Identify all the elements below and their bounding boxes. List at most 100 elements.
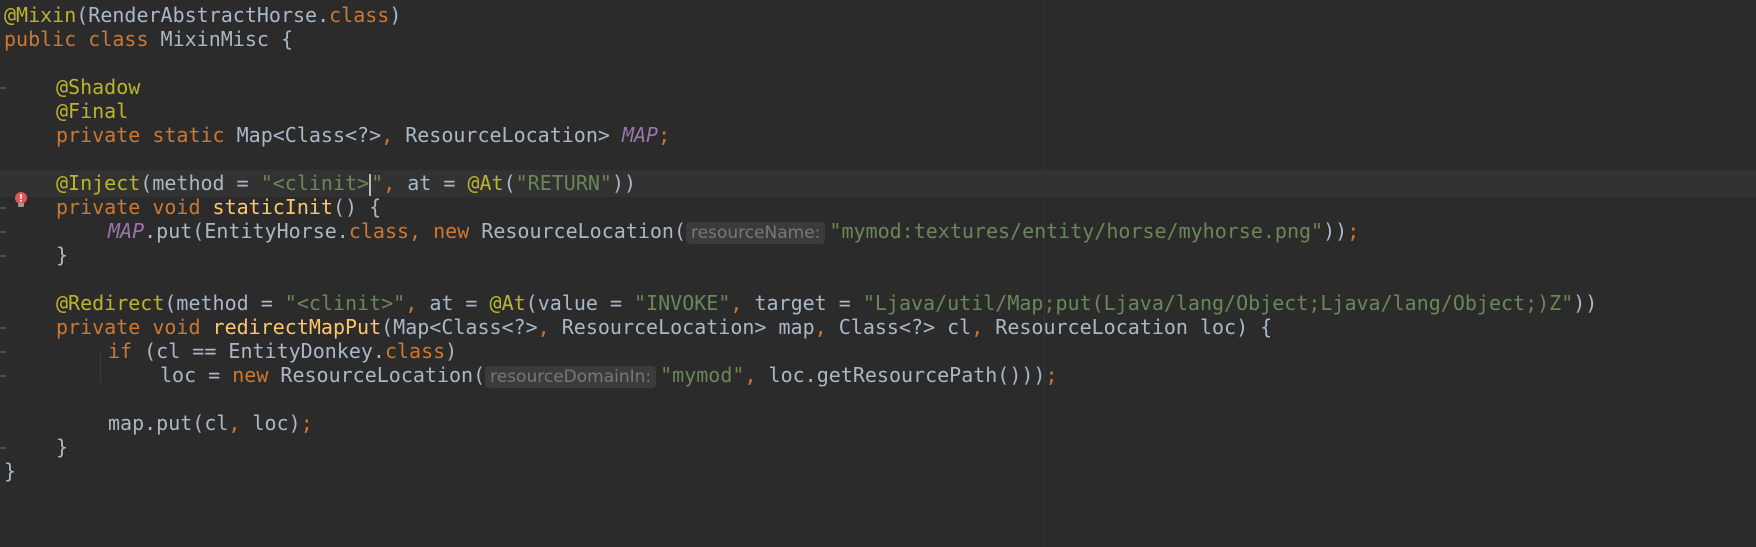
indent-guide [100,350,101,382]
code-token: , [405,291,430,315]
code-line[interactable] [0,146,1756,173]
code-token: ; [300,411,313,435]
code-line-content: } [4,458,16,485]
code-token: "Ljava/util/Map;put(Ljava/lang/Object;Lj… [862,291,1574,315]
code-line[interactable]: @Redirect(method = "<clinit>", at = @At(… [0,290,1756,317]
code-line-content: } [4,434,68,461]
code-line-content: if (cl == EntityDonkey.class) [4,338,457,365]
code-line[interactable]: private static Map<Class<?>, ResourceLoc… [0,122,1756,149]
parameter-hint: resourceDomainIn: [485,366,657,388]
code-token: ResourceLocation( [481,219,686,243]
code-token: class [329,3,390,27]
code-token: ; [1347,219,1360,243]
code-token: " [371,171,384,195]
parameter-hint: resourceName: [685,222,826,244]
fold-marker[interactable] [0,327,6,329]
code-line[interactable] [0,266,1756,293]
code-token: if [108,339,145,363]
fold-marker[interactable] [0,351,6,353]
code-token: (Map<Class<?> [381,315,538,339]
code-token: , [814,315,839,339]
code-line-content: @Redirect(method = "<clinit>", at = @At(… [4,290,1597,317]
code-token: class, new [348,219,482,243]
code-token: at = [429,291,490,315]
code-line[interactable]: private void redirectMapPut(Map<Class<?>… [0,314,1756,341]
code-token: MAP [108,219,145,243]
code-token: )) [1323,219,1348,243]
code-token: @Inject [56,171,141,195]
code-token: @At [489,291,526,315]
code-editor[interactable]: @Mixin(RenderAbstractHorse.class) public … [0,0,1756,547]
code-token: MixinMisc { [160,27,293,51]
code-line-content: public class MixinMisc { [4,26,293,53]
code-token: "mymod:textures/entity/horse/myhorse.png… [829,219,1324,243]
fold-marker[interactable] [0,87,6,89]
code-token: ; [658,123,671,147]
code-token: } [4,459,17,483]
code-token: "<clinit> [260,171,370,195]
code-token: @Mixin [4,3,77,27]
code-token: ) [389,3,402,27]
code-line[interactable]: @Mixin(RenderAbstractHorse.class) [0,2,1756,29]
fold-marker[interactable] [0,255,6,257]
code-token: } [56,243,69,267]
code-token: .put(EntityHorse. [144,219,349,243]
code-token: (RenderAbstractHorse. [76,3,330,27]
code-token: ( [503,171,516,195]
code-line[interactable]: private void staticInit() { [0,194,1756,221]
code-token: , [730,291,755,315]
fold-marker[interactable] [0,231,6,233]
code-line[interactable]: @Final [0,98,1756,125]
fold-marker[interactable] [0,375,6,377]
code-line[interactable]: @Shadow [0,74,1756,101]
code-token: )) [1573,291,1598,315]
code-token: public class [4,27,161,51]
code-line-content: } [4,242,68,269]
code-line-content: private void redirectMapPut(Map<Class<?>… [4,314,1272,341]
code-token: map.put(cl [108,411,229,435]
error-bulb-icon[interactable] [12,191,30,209]
code-line[interactable]: map.put(cl, loc); [0,410,1756,437]
code-token: )) [611,171,637,195]
code-token: class [384,339,446,363]
code-token: new [232,363,281,387]
code-token: target = [754,291,863,315]
code-token: (cl == EntityDonkey. [144,339,385,363]
code-token: , [381,123,406,147]
code-token: "INVOKE" [634,291,731,315]
code-line-content: @Final [4,98,128,125]
code-token: , [383,171,408,195]
code-token: (value = [525,291,635,315]
code-token: Class<?> cl [838,315,972,339]
code-line[interactable]: MAP.put(EntityHorse.class, new ResourceL… [0,218,1756,245]
code-line[interactable]: if (cl == EntityDonkey.class) [0,338,1756,365]
code-token: private void [56,195,213,219]
code-line-content: private void staticInit() { [4,194,381,221]
code-token: loc = [160,363,233,387]
code-line[interactable] [0,50,1756,77]
code-token: ; [1045,363,1058,387]
code-token: ResourceLocation> [405,123,622,147]
code-line[interactable]: public class MixinMisc { [0,26,1756,53]
code-token: private static [56,123,237,147]
code-line[interactable]: } [0,242,1756,269]
code-token: ) [445,339,458,363]
code-line[interactable]: @Inject(method = "<clinit> ", at = @At("R… [0,170,1756,197]
code-token: } [56,435,69,459]
fold-marker[interactable] [0,447,6,449]
code-token: staticInit [212,195,333,219]
code-token: @Final [56,99,129,123]
code-token: ResourceLocation> map [561,315,815,339]
code-line[interactable]: } [0,458,1756,485]
code-line[interactable]: loc = new ResourceLocation(resourceDomai… [0,362,1756,389]
fold-marker[interactable] [0,207,6,209]
code-line[interactable]: } [0,434,1756,461]
code-line-content: @Shadow [4,74,140,101]
code-token: redirectMapPut [212,315,382,339]
code-token: ResourceLocation( [280,363,486,387]
code-line-content: @Inject(method = "<clinit> ", at = @At("R… [4,170,636,197]
code-token: "<clinit>" [284,291,406,315]
code-token: ResourceLocation loc) { [995,315,1273,339]
code-line[interactable] [0,386,1756,413]
code-token: () { [332,195,382,219]
